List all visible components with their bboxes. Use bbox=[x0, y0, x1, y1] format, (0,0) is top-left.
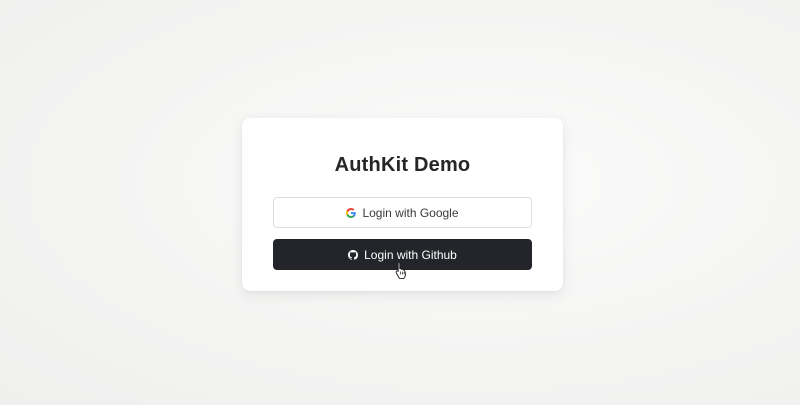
page-title: AuthKit Demo bbox=[334, 154, 471, 176]
login-with-google-button[interactable]: Login with Google bbox=[273, 197, 532, 228]
google-button-label: Login with Google bbox=[362, 205, 459, 220]
google-icon bbox=[346, 207, 357, 218]
github-button-label: Login with Github bbox=[364, 247, 457, 262]
login-with-github-button[interactable]: Login with Github bbox=[273, 239, 532, 270]
login-card: AuthKit Demo Login with Google Login wit… bbox=[242, 118, 563, 291]
github-icon bbox=[348, 249, 359, 260]
